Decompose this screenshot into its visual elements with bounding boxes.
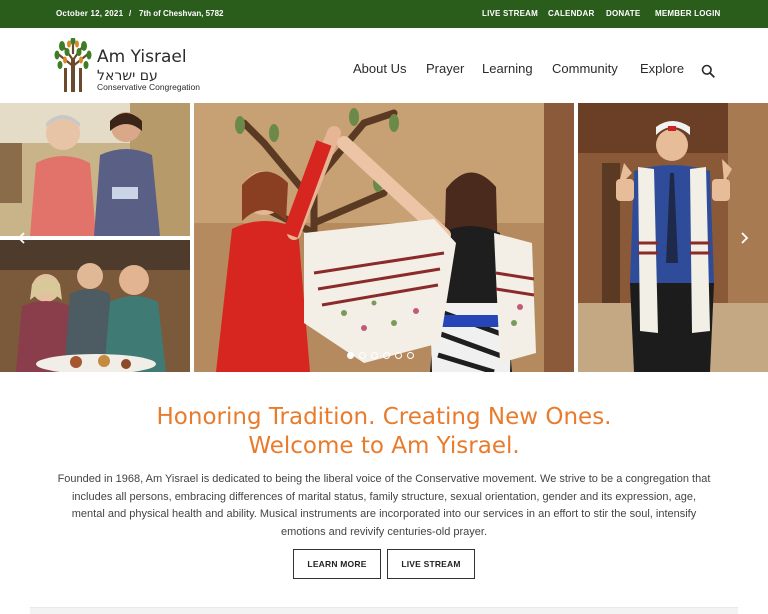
donate-link[interactable]: DONATE <box>606 9 640 18</box>
top-utility-bar: October 12, 2021 / 7th of Cheshvan, 5782… <box>0 0 768 28</box>
hero-slider <box>0 103 768 372</box>
slider-dot[interactable] <box>347 352 354 359</box>
photo-three-people <box>0 240 190 372</box>
calendar-link[interactable]: CALENDAR <box>548 9 595 18</box>
logo-subtitle: Conservative Congregation <box>97 82 201 92</box>
slider-next-button[interactable] <box>736 229 752 247</box>
slider-dot[interactable] <box>359 352 366 359</box>
learn-more-button[interactable]: LEARN MORE <box>293 549 381 579</box>
slider-dot[interactable] <box>407 352 414 359</box>
nav-learning[interactable]: Learning <box>482 61 533 76</box>
live-stream-button[interactable]: LIVE STREAM <box>387 549 475 579</box>
live-stream-link[interactable]: LIVE STREAM <box>482 9 538 18</box>
site-header: Am Yisrael עם ישראל Conservative Congreg… <box>0 28 768 103</box>
slider-dot[interactable] <box>371 352 378 359</box>
gregorian-date: October 12, 2021 <box>56 9 124 18</box>
chevron-left-icon <box>17 232 25 244</box>
slider-pagination <box>347 352 414 362</box>
tree-logo-icon[interactable] <box>54 38 92 94</box>
slider-dot[interactable] <box>395 352 402 359</box>
logo-name[interactable]: Am Yisrael <box>97 47 187 67</box>
member-login-link[interactable]: MEMBER LOGIN <box>655 9 721 18</box>
date-separator: / <box>129 9 132 18</box>
intro-paragraph: Founded in 1968, Am Yisrael is dedicated… <box>57 473 711 538</box>
headline-welcome: Welcome to Am Yisrael. <box>248 433 520 459</box>
nav-prayer[interactable]: Prayer <box>426 61 464 76</box>
next-section-edge <box>30 607 738 614</box>
nav-community[interactable]: Community <box>552 61 618 76</box>
chevron-right-icon <box>741 232 749 244</box>
nav-explore[interactable]: Explore <box>640 61 684 76</box>
hebrew-date: 7th of Cheshvan, 5782 <box>139 9 224 18</box>
photo-two-women <box>0 103 190 236</box>
nav-about-us[interactable]: About Us <box>353 61 406 76</box>
slider-prev-button[interactable] <box>14 229 30 247</box>
photo-high-five <box>194 103 574 372</box>
headline-tagline: Honoring Tradition. Creating New Ones. <box>156 404 612 430</box>
search-icon[interactable] <box>701 64 715 78</box>
slider-dot[interactable] <box>383 352 390 359</box>
